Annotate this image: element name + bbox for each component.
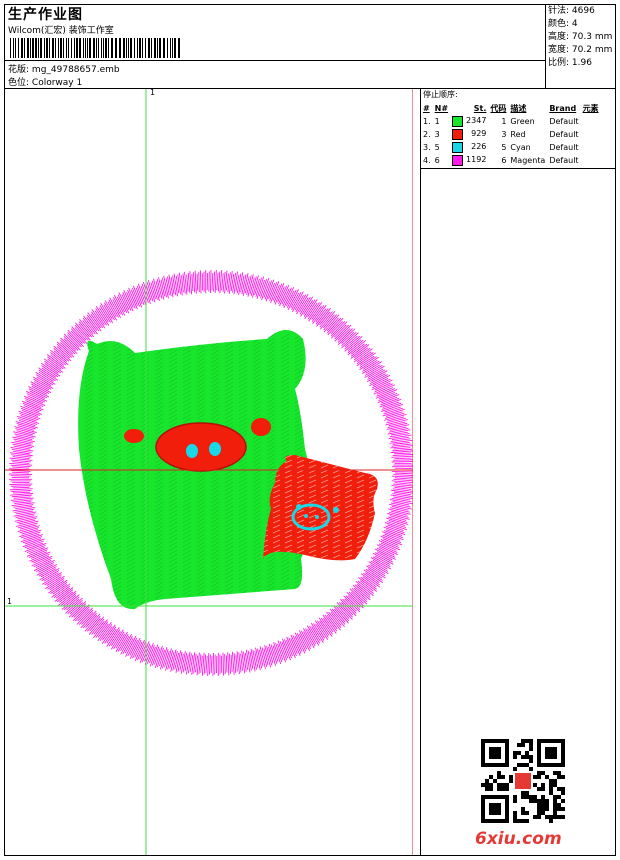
big-pig-right-nostril	[209, 442, 221, 456]
spec-colors-value: 4	[571, 19, 578, 29]
col-code: 代码	[490, 104, 507, 113]
spec-ratio-value: 1.96	[571, 58, 592, 68]
small-pig-left-nostril	[304, 514, 308, 518]
table-header-row: # N# St. 代码 描述 Brand 元素	[421, 102, 601, 115]
row-index: 4.	[423, 156, 431, 165]
big-pig-left-nostril	[186, 444, 198, 458]
row-description: Cyan	[510, 143, 531, 152]
spec-colors: 颜色: 4	[548, 18, 612, 31]
design-file-row: 花版: mg_49788657.emb	[8, 62, 120, 75]
row-element	[581, 128, 601, 141]
col-needle: N#	[434, 104, 449, 113]
stop-sequence-table: # N# St. 代码 描述 Brand 元素 1. 1 2347 1 Green Def…	[421, 102, 601, 167]
spec-stitches-value: 4696	[571, 6, 595, 16]
big-pig-right-eye	[251, 418, 271, 436]
row-brand: Default	[549, 130, 579, 139]
row-element	[581, 141, 601, 154]
row-index: 3.	[423, 143, 431, 152]
row-code: 3	[501, 130, 507, 139]
row-brand: Default	[549, 156, 579, 165]
spec-stitches: 针法: 4696	[548, 5, 612, 18]
row-needle: 3	[434, 130, 440, 139]
row-brand: Default	[549, 143, 579, 152]
stop-sequence-heading: 停止顺序:	[423, 90, 458, 99]
design-name-divider	[4, 60, 545, 61]
row-code: 1	[501, 117, 507, 126]
spec-width-label: 宽度:	[548, 45, 570, 55]
row-element	[581, 115, 601, 128]
small-pig-right-eye	[333, 507, 339, 513]
table-row: 1. 1 2347 1 Green Default	[421, 115, 601, 128]
row-index: 1.	[423, 117, 431, 126]
col-index: #	[423, 104, 430, 113]
row-description: Magenta	[510, 156, 546, 165]
colorway-label: 色位:	[8, 78, 30, 88]
row-stitches: 1192	[450, 154, 488, 167]
row-brand: Default	[549, 117, 579, 126]
small-pig-left-eye	[296, 504, 302, 510]
spec-colors-label: 颜色:	[548, 19, 570, 29]
col-description: 描述	[510, 104, 527, 113]
color-swatch	[452, 129, 464, 140]
row-code: 6	[501, 156, 507, 165]
row-stitches: 226	[450, 141, 488, 154]
company-name: Wilcom(汇宏) 装饰工作室	[8, 26, 114, 36]
table-row: 4. 6 1192 6 Magenta Default	[421, 154, 601, 167]
small-pig	[263, 455, 378, 561]
spec-ratio-label: 比例:	[548, 58, 570, 68]
stop-sequence-panel: 停止顺序: # N# St. 代码 描述 Brand 元素 1. 1 2347 1 Gr…	[421, 89, 616, 167]
spec-height-label: 高度:	[548, 32, 570, 42]
col-brand: Brand	[549, 104, 577, 113]
watermark-logo: 6xiu.com	[475, 829, 562, 849]
row-description: Green	[510, 117, 535, 126]
row-stitches: 929	[450, 128, 488, 141]
page-title: 生产作业图	[8, 7, 83, 23]
spec-height-value: 70.3 mm	[571, 32, 613, 42]
small-pig-right-nostril	[315, 515, 319, 519]
row-index: 2.	[423, 130, 431, 139]
row-needle: 1	[434, 117, 440, 126]
big-pig-left-eye	[124, 429, 144, 443]
spec-block: 针法: 4696 颜色: 4 高度: 70.3 mm 宽度: 70.2 mm 比…	[548, 5, 612, 70]
table-row: 2. 3 929 3 Red Default	[421, 128, 601, 141]
row-stitches: 2347	[450, 115, 488, 128]
col-element: 元素	[582, 104, 599, 113]
row-needle: 6	[434, 156, 440, 165]
color-swatch	[452, 142, 464, 153]
spec-stitches-label: 针法:	[548, 6, 570, 16]
spec-ratio: 比例: 1.96	[548, 57, 612, 70]
row-needle: 5	[434, 143, 440, 152]
color-swatch	[452, 116, 464, 127]
guide-left-marker: 1	[7, 597, 13, 606]
barcode-image	[10, 38, 180, 58]
guide-top-marker: 1	[150, 88, 156, 97]
design-file-label: 花版:	[8, 65, 30, 75]
colorway-row: 色位: Colorway 1	[8, 75, 82, 88]
row-code: 5	[501, 143, 507, 152]
row-description: Red	[510, 130, 526, 139]
design-file-value: mg_49788657.emb	[31, 65, 120, 75]
embroidery-design	[5, 89, 413, 855]
color-swatch	[452, 155, 464, 166]
spec-height: 高度: 70.3 mm	[548, 31, 612, 44]
spec-divider	[545, 4, 546, 88]
table-row: 3. 5 226 5 Cyan Default	[421, 141, 601, 154]
spec-width-value: 70.2 mm	[571, 45, 613, 55]
spec-width: 宽度: 70.2 mm	[548, 44, 612, 57]
row-element	[581, 154, 601, 167]
colorway-value: Colorway 1	[31, 78, 83, 88]
table-divider	[420, 88, 421, 856]
col-stitches: St.	[473, 104, 487, 113]
table-bottom-divider	[420, 168, 616, 169]
qr-code-image	[481, 739, 565, 823]
